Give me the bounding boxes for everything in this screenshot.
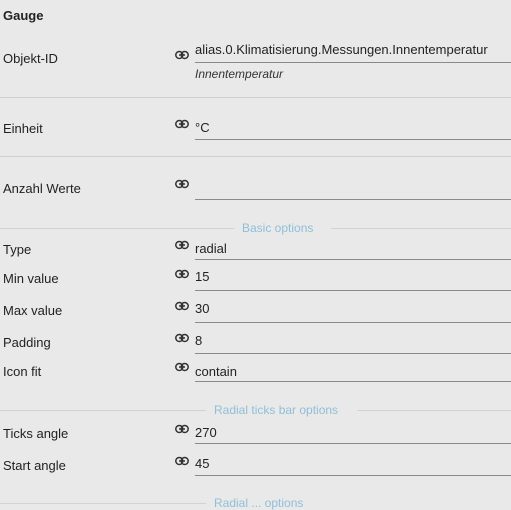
link-icon[interactable] xyxy=(175,179,189,189)
section-line xyxy=(331,228,511,229)
min-value-underline xyxy=(195,290,511,291)
ticks-angle-underline xyxy=(195,443,511,444)
link-icon[interactable] xyxy=(175,269,189,279)
label-ticks-angle: Ticks angle xyxy=(3,426,69,441)
divider xyxy=(0,156,511,157)
link-icon[interactable] xyxy=(175,424,189,434)
type-input[interactable]: radial xyxy=(195,241,227,256)
link-icon[interactable] xyxy=(175,301,189,311)
max-value-input[interactable]: 30 xyxy=(195,301,209,316)
link-icon[interactable] xyxy=(175,333,189,343)
section-line xyxy=(0,228,234,229)
anzahl-werte-underline xyxy=(195,199,511,200)
padding-underline xyxy=(195,353,511,354)
label-einheit: Einheit xyxy=(3,121,43,136)
link-icon[interactable] xyxy=(175,50,189,60)
einheit-input[interactable]: °C xyxy=(195,120,210,135)
start-angle-underline xyxy=(195,475,511,476)
label-type: Type xyxy=(3,242,32,257)
icon-fit-select[interactable]: contain xyxy=(195,364,237,379)
objekt-id-underline xyxy=(195,62,511,63)
label-max-value: Max value xyxy=(3,303,63,318)
label-objekt-id: Objekt-ID xyxy=(3,51,58,66)
section-basic-options: Basic options xyxy=(242,221,314,235)
objekt-id-name: Innentemperatur xyxy=(195,67,284,81)
link-icon[interactable] xyxy=(175,240,189,250)
link-icon[interactable] xyxy=(175,456,189,466)
max-value-underline xyxy=(195,322,511,323)
objekt-id-input[interactable]: alias.0.Klimatisierung.Messungen.Innente… xyxy=(195,42,488,57)
section-line xyxy=(357,410,511,411)
divider xyxy=(0,97,511,98)
section-radial-next: Radial ... options xyxy=(214,496,304,510)
label-min-value: Min value xyxy=(3,271,59,286)
section-line xyxy=(0,410,206,411)
link-icon[interactable] xyxy=(175,119,189,129)
label-padding: Padding xyxy=(3,335,51,350)
type-underline xyxy=(195,259,511,260)
section-radial-ticks: Radial ticks bar options xyxy=(214,403,339,417)
ticks-angle-input[interactable]: 270 xyxy=(195,425,217,440)
section-line xyxy=(0,503,206,504)
padding-input[interactable]: 8 xyxy=(195,333,202,348)
label-start-angle: Start angle xyxy=(3,458,66,473)
min-value-input[interactable]: 15 xyxy=(195,269,209,284)
start-angle-input[interactable]: 45 xyxy=(195,456,209,471)
link-icon[interactable] xyxy=(175,362,189,372)
label-anzahl-werte: Anzahl Werte xyxy=(3,181,81,196)
einheit-underline xyxy=(195,139,511,140)
label-icon-fit: Icon fit xyxy=(3,364,42,379)
icon-fit-underline xyxy=(195,381,511,382)
panel-title: Gauge xyxy=(3,8,44,23)
